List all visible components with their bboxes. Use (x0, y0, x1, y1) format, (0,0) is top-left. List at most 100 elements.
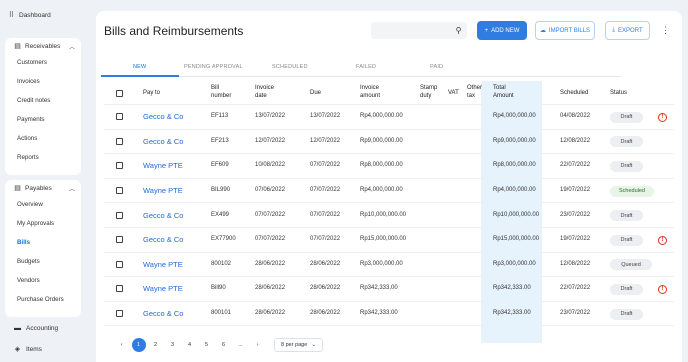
row-checkbox[interactable] (116, 236, 123, 244)
invoice-date-cell: 12/07/2022 (255, 137, 286, 144)
header-status[interactable]: Status (610, 89, 627, 97)
table-row[interactable]: Wayne PTE 800102 28/06/2022 28/06/2022 Rp3,0… (104, 253, 674, 278)
pay-to-link[interactable]: Wayne PTE (143, 186, 183, 195)
page-button-2[interactable]: 2 (147, 338, 164, 352)
sidebar-item-customers[interactable]: Customers (5, 53, 81, 72)
bill-number-cell: BIL990 (211, 187, 231, 194)
tab-pending-approval[interactable]: PENDING APPROVAL (184, 64, 243, 70)
page-button-5[interactable]: 5 (198, 338, 215, 352)
tab-failed[interactable]: FAILED (356, 64, 376, 70)
prev-page-button[interactable]: ‹ (113, 338, 130, 352)
row-checkbox[interactable] (116, 113, 123, 121)
table-row[interactable]: Wayne PTE EF609 10/08/2022 07/07/2022 Rp8,00… (104, 154, 674, 179)
row-checkbox[interactable] (116, 162, 123, 170)
row-checkbox[interactable] (116, 310, 123, 318)
sidebar-item-bills[interactable]: Bills (5, 233, 81, 252)
row-checkbox[interactable] (116, 285, 123, 293)
tab-new[interactable]: NEW (133, 64, 146, 70)
more-options-icon[interactable]: ⋮ (661, 25, 670, 36)
table-row[interactable]: Gecco & Co 800101 28/06/2022 28/06/2022 Rp34… (104, 302, 674, 327)
header-invoice-date[interactable]: Invoice date (255, 84, 274, 100)
add-new-button[interactable]: + ADD NEW (477, 21, 527, 40)
tab-paid[interactable]: PAID (430, 64, 443, 70)
row-checkbox[interactable] (116, 187, 123, 195)
header-stamp-duty[interactable]: Stamp duty (420, 84, 437, 100)
header-bill-number[interactable]: Bill number (211, 84, 231, 100)
warning-icon[interactable]: ! (658, 235, 667, 245)
sidebar-item-actions[interactable]: Actions (5, 129, 81, 148)
invoice-amount-cell: Rp4,000,000.00 (360, 113, 403, 120)
table-row[interactable]: Gecco & Co EF113 13/07/2022 13/07/2022 Rp4,0… (104, 105, 674, 130)
table-row[interactable]: Gecco & Co EX77900 07/07/2022 07/07/2022 Rp1… (104, 228, 674, 253)
export-button[interactable]: ⤓ EXPORT (605, 21, 650, 40)
app: ⠿ Dashboard ▤ Receivables ︿ Customers Inv… (0, 0, 688, 362)
pay-to-link[interactable]: Wayne PTE (143, 161, 183, 170)
header-total-amount[interactable]: Total Amount (493, 84, 514, 100)
tab-scheduled[interactable]: SCHEDULED (272, 64, 308, 70)
sidebar-item-budgets[interactable]: Budgets (5, 252, 81, 271)
sidebar-item-overview[interactable]: Overview (5, 195, 81, 214)
payables-group-header[interactable]: ▤ Payables ︿ (5, 181, 81, 195)
table-row[interactable]: Wayne PTE Bill90 28/06/2022 28/06/2022 Rp342… (104, 277, 674, 302)
row-checkbox[interactable] (116, 137, 123, 145)
total-amount-cell: Rp342,333.00 (493, 310, 531, 317)
bill-number-cell: 800102 (211, 260, 232, 267)
warning-icon[interactable]: ! (658, 284, 667, 294)
sidebar-item-invoices[interactable]: Invoices (5, 72, 81, 91)
header-other-tax[interactable]: Other tax (467, 84, 482, 100)
sidebar-item-purchase-orders[interactable]: Purchase Orders (5, 290, 81, 309)
status-badge: Draft (610, 136, 643, 148)
status-badge: Scheduled (610, 185, 654, 197)
header-due[interactable]: Due (310, 89, 321, 97)
warning-icon[interactable]: ! (658, 112, 667, 122)
sidebar-item-items[interactable]: ◈ Items (14, 346, 42, 353)
table-row[interactable]: Gecco & Co EF213 12/07/2022 12/07/2022 Rp9,0… (104, 130, 674, 155)
bill-number-cell: EF213 (211, 137, 229, 144)
search-input[interactable]: ⚲ (371, 22, 467, 39)
row-checkbox[interactable] (116, 211, 123, 219)
header-vat[interactable]: VAT (448, 89, 459, 97)
table-row[interactable]: Gecco & Co EX499 07/07/2022 07/07/2022 Rp10,… (104, 203, 674, 228)
invoice-amount-cell: Rp15,000,000.00 (360, 236, 407, 243)
due-date-cell: 28/06/2022 (310, 260, 341, 267)
header-invoice-amount[interactable]: Invoice amount (360, 84, 380, 100)
due-date-cell: 07/07/2022 (310, 211, 341, 218)
status-badge: Draft (610, 210, 643, 222)
pay-to-link[interactable]: Wayne PTE (143, 260, 183, 269)
invoice-amount-cell: Rp3,000,000.00 (360, 260, 403, 267)
scheduled-date-cell: 23/07/2022 (560, 211, 591, 218)
page-button-3[interactable]: 3 (164, 338, 181, 352)
pay-to-link[interactable]: Gecco & Co (143, 211, 183, 220)
pay-to-link[interactable]: Gecco & Co (143, 309, 183, 318)
due-date-cell: 07/07/2022 (310, 162, 341, 169)
page-ellipsis[interactable]: ... (232, 338, 249, 352)
next-page-button[interactable]: › (249, 338, 266, 352)
page-button-1[interactable]: 1 (131, 338, 146, 352)
sidebar-item-credit-notes[interactable]: Credit notes (5, 91, 81, 110)
import-bills-button[interactable]: ☁ IMPORT BILLS (535, 21, 595, 40)
chevron-up-icon: ︿ (68, 186, 75, 193)
scheduled-date-cell: 22/07/2022 (560, 285, 591, 292)
sidebar-item-dashboard[interactable]: ⠿ Dashboard (8, 12, 51, 19)
page-button-6[interactable]: 6 (215, 338, 232, 352)
sidebar-item-my-approvals[interactable]: My Approvals (5, 214, 81, 233)
table-row[interactable]: Wayne PTE BIL990 07/06/2022 07/07/2022 Rp4,0… (104, 179, 674, 204)
sidebar-item-payments[interactable]: Payments (5, 110, 81, 129)
sidebar-item-label: Items (26, 346, 42, 353)
sidebar-item-accounting[interactable]: ▬ Accounting (14, 325, 58, 332)
sidebar-item-reports[interactable]: Reports (5, 148, 81, 167)
sidebar-item-vendors[interactable]: Vendors (5, 271, 81, 290)
row-checkbox[interactable] (116, 260, 123, 268)
per-page-select[interactable]: 8 per page ⌄ (274, 338, 323, 352)
page-button-4[interactable]: 4 (181, 338, 198, 352)
pay-to-link[interactable]: Gecco & Co (143, 235, 183, 244)
receivables-group-header[interactable]: ▤ Receivables ︿ (5, 39, 81, 53)
pay-to-link[interactable]: Wayne PTE (143, 284, 183, 293)
header-pay-to[interactable]: Pay to (143, 89, 160, 97)
payables-icon: ▤ (14, 184, 21, 192)
pay-to-link[interactable]: Gecco & Co (143, 112, 183, 121)
pay-to-link[interactable]: Gecco & Co (143, 137, 183, 146)
select-all-checkbox[interactable] (116, 90, 123, 97)
total-amount-cell: Rp9,000,000.00 (493, 137, 536, 144)
header-scheduled[interactable]: Scheduled (560, 89, 588, 97)
